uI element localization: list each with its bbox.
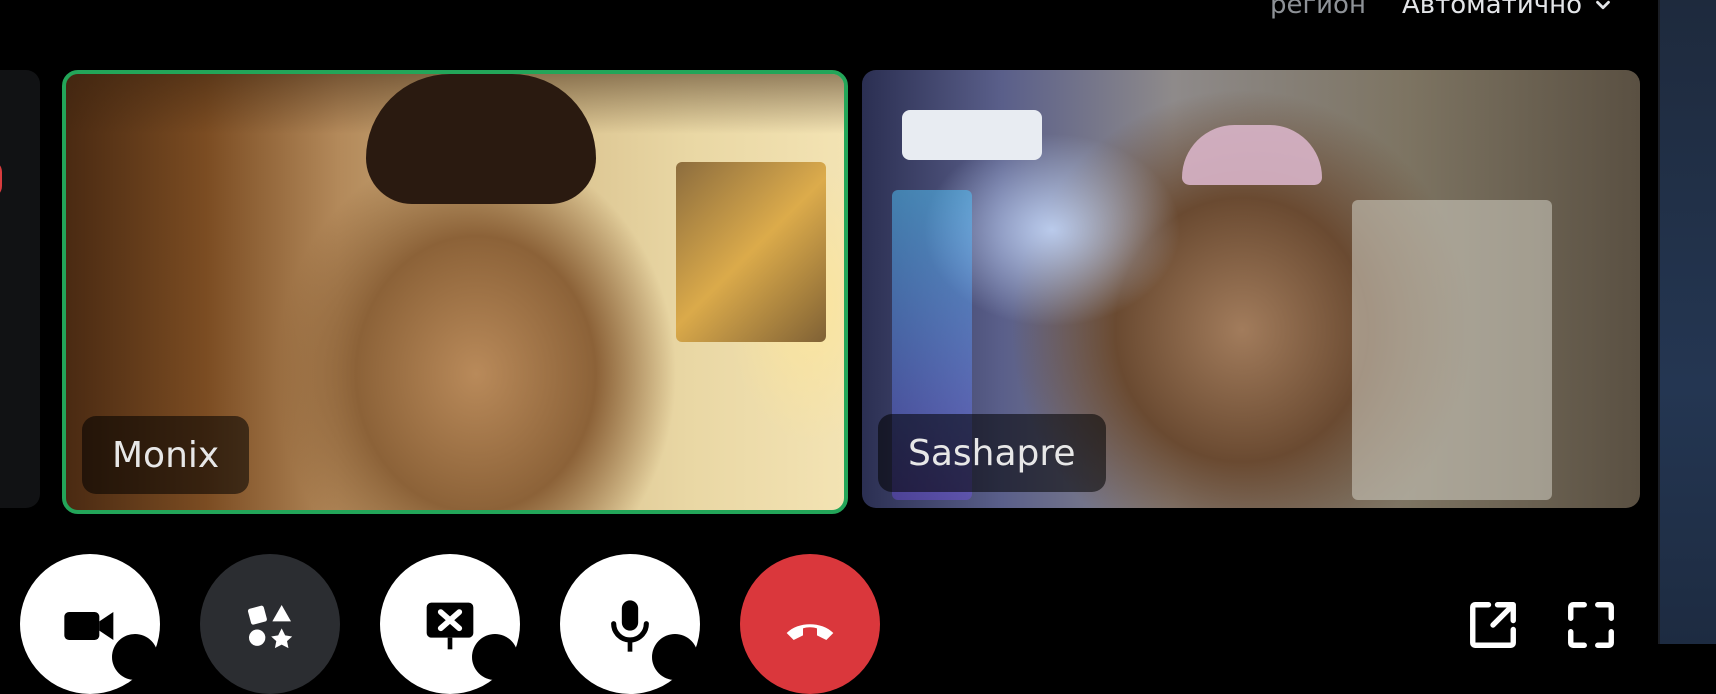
participant-name-label: Monix xyxy=(82,416,250,494)
region-selector[interactable]: регион Автоматично xyxy=(1270,0,1614,22)
stream-options-button[interactable] xyxy=(472,634,518,680)
participant-tile-partial[interactable]: 1 я xyxy=(0,70,40,508)
hang-up-icon xyxy=(786,624,834,640)
air-conditioner xyxy=(902,110,1042,160)
hair-shape xyxy=(366,74,596,204)
activities-icon xyxy=(247,605,293,649)
participant-tile-sashapre[interactable]: Sashapre xyxy=(862,70,1640,508)
camera-options-button[interactable] xyxy=(112,634,158,680)
disconnect-button[interactable] xyxy=(740,554,880,694)
region-value[interactable]: Автоматично xyxy=(1402,0,1582,20)
region-label: регион xyxy=(1270,0,1366,20)
stop-stream-icon xyxy=(426,602,474,650)
notification-badge: 1 xyxy=(0,160,2,198)
wall-painting xyxy=(676,162,826,342)
door xyxy=(1352,200,1552,500)
chevron-down-icon[interactable] xyxy=(1592,0,1614,16)
right-panel-edge xyxy=(1660,0,1716,644)
stop-streaming-button[interactable] xyxy=(380,554,520,694)
participant-tile-monix[interactable]: Monix xyxy=(62,70,848,514)
microphone-toggle-button[interactable] xyxy=(560,554,700,694)
video-camera-icon xyxy=(64,612,114,640)
microphone-icon xyxy=(611,600,649,652)
participant-name-label: Sashapre xyxy=(878,414,1106,492)
activities-button[interactable] xyxy=(200,554,340,694)
camera-toggle-button[interactable] xyxy=(20,554,160,694)
microphone-options-button[interactable] xyxy=(652,634,698,680)
headband xyxy=(1182,125,1322,185)
